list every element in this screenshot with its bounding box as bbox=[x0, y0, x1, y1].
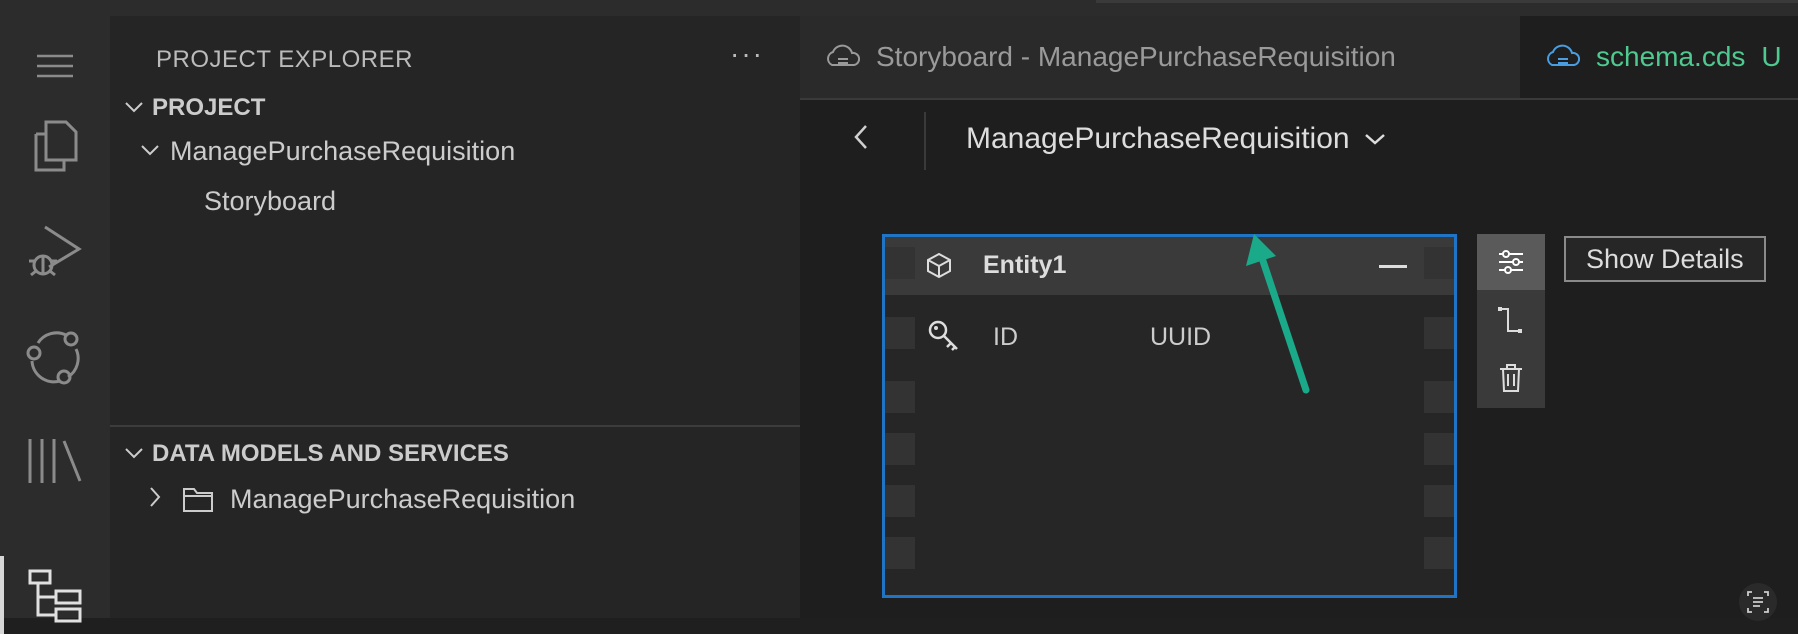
library-icon[interactable] bbox=[0, 421, 110, 501]
tree-item-data-model[interactable]: ManagePurchaseRequisition bbox=[148, 484, 575, 515]
chevron-down-icon bbox=[124, 97, 152, 120]
breadcrumb: ManagePurchaseRequisition bbox=[800, 98, 1798, 182]
tree-item-label: ManagePurchaseRequisition bbox=[170, 136, 516, 166]
section-project[interactable]: PROJECT bbox=[124, 94, 265, 122]
tab-schema[interactable]: schema.cds U bbox=[1520, 16, 1798, 98]
breadcrumb-dropdown[interactable]: ManagePurchaseRequisition bbox=[966, 122, 1386, 156]
tab-label: schema.cds bbox=[1596, 41, 1746, 72]
untracked-badge: U bbox=[1761, 41, 1782, 72]
tree-item-label: Storyboard bbox=[204, 186, 337, 216]
tab-label: Storyboard - ManagePurchaseRequisition bbox=[876, 41, 1396, 72]
activity-bar bbox=[0, 16, 110, 634]
scan-text-icon[interactable] bbox=[1738, 582, 1778, 627]
storyboard-icon[interactable] bbox=[0, 556, 110, 634]
explorer-icon[interactable] bbox=[0, 106, 110, 186]
storyboard-cloud-icon bbox=[827, 44, 860, 66]
chevron-left-icon bbox=[854, 125, 867, 149]
storyboard-canvas[interactable]: Entity1 ID UUID Show Details bbox=[800, 180, 1798, 621]
tree-item-project[interactable]: ManagePurchaseRequisition bbox=[140, 136, 515, 167]
back-button[interactable] bbox=[852, 122, 870, 160]
run-debug-icon[interactable] bbox=[0, 211, 110, 291]
section-label: PROJECT bbox=[152, 94, 266, 121]
section-label: DATA MODELS AND SERVICES bbox=[152, 440, 509, 467]
section-data-models[interactable]: DATA MODELS AND SERVICES bbox=[124, 440, 509, 468]
cds-cloud-icon bbox=[1547, 44, 1580, 66]
panel-title: PROJECT EXPLORER bbox=[156, 46, 413, 73]
project-explorer-panel: PROJECT EXPLORER ··· PROJECT ManagePurch… bbox=[110, 16, 800, 618]
tab-storyboard[interactable]: Storyboard - ManagePurchaseRequisition bbox=[800, 16, 1520, 98]
menu-icon[interactable] bbox=[0, 36, 110, 96]
folder-icon bbox=[182, 487, 214, 513]
more-actions-button[interactable]: ··· bbox=[730, 38, 764, 70]
chevron-down-icon bbox=[140, 140, 170, 163]
chevron-right-icon bbox=[148, 484, 178, 515]
chevron-down-icon bbox=[1364, 126, 1386, 152]
breadcrumb-title: ManagePurchaseRequisition bbox=[966, 122, 1350, 155]
tree-item-label: ManagePurchaseRequisition bbox=[230, 484, 576, 514]
tab-bar: Storyboard - ManagePurchaseRequisition s… bbox=[800, 16, 1798, 98]
window-top-strip bbox=[0, 0, 1798, 16]
section-divider bbox=[110, 425, 800, 427]
source-control-icon[interactable] bbox=[0, 311, 110, 401]
editor-area: Storyboard - ManagePurchaseRequisition s… bbox=[800, 16, 1798, 621]
annotation-arrow bbox=[1246, 234, 1310, 394]
tree-item-storyboard[interactable]: Storyboard bbox=[204, 186, 336, 217]
active-indicator bbox=[0, 556, 4, 634]
chevron-down-icon bbox=[124, 443, 152, 466]
